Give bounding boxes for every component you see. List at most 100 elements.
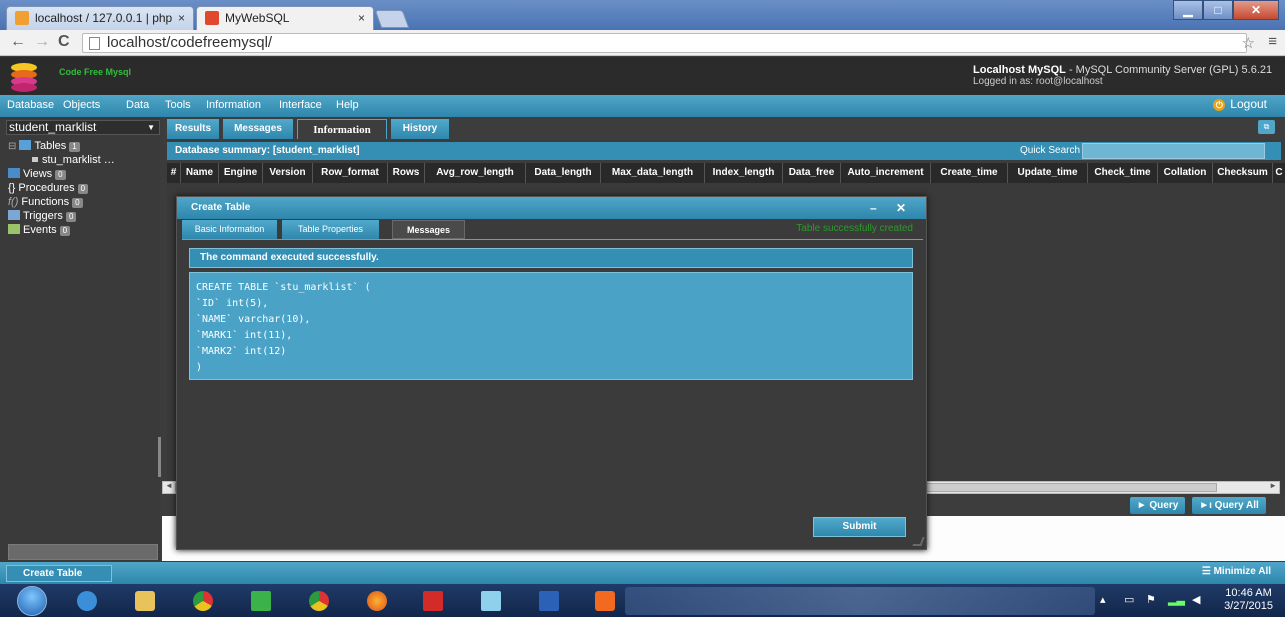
file-explorer-icon[interactable] [130,588,160,614]
procedures-icon: {} [8,182,16,194]
word-icon[interactable] [534,588,564,614]
minimize-window-button[interactable]: ▁ [1173,0,1203,20]
column-header[interactable]: Collation [1158,163,1213,183]
forward-button[interactable]: → [34,33,50,51]
bookmark-star-icon[interactable]: ☆ [1242,34,1255,52]
tab-basic-information[interactable]: Basic Information [182,220,277,239]
close-tab-icon[interactable]: × [358,7,365,29]
tree-item-triggers[interactable]: Triggers 0 [8,209,115,223]
tree-item-functions[interactable]: f() Functions 0 [8,195,115,209]
network-tray-icon[interactable]: ▭ [1124,593,1134,606]
menu-database[interactable]: Database [7,99,54,111]
column-header[interactable]: Avg_row_length [425,163,526,183]
menu-help[interactable]: Help [336,99,359,111]
acrobat-icon[interactable] [418,588,448,614]
sql-line: `ID` int(5), [196,298,269,309]
folder-app-icon[interactable] [476,588,506,614]
column-header[interactable]: Update_time [1008,163,1088,183]
column-header[interactable]: Index_length [705,163,783,183]
column-header[interactable]: Data_length [526,163,601,183]
tree-item-stu-marklist[interactable]: stu_marklist … [8,153,115,167]
tab-results[interactable]: Results [167,119,219,139]
logout-label: Logout [1230,97,1267,111]
column-header[interactable]: Name [181,163,219,183]
tree-item-tables[interactable]: ⊟ Tables 1 [8,139,115,153]
xampp-icon[interactable] [590,588,620,614]
menu-objects[interactable]: Objects [63,99,100,111]
volume-tray-icon[interactable]: ◀ [1192,593,1200,606]
dialog-titlebar[interactable]: Create Table – ✕ [177,197,926,219]
windows-taskbar: ▴ ▭ ⚑ ▂▃ ◀ 10:46 AM 3/27/2015 [0,584,1285,617]
restore-icon[interactable]: ⧉ [1258,120,1275,134]
signal-tray-icon[interactable]: ▂▃ [1168,593,1185,606]
system-clock[interactable]: 10:46 AM 3/27/2015 [1224,587,1273,613]
column-header[interactable]: Rows [388,163,425,183]
close-tab-icon[interactable]: × [178,7,185,29]
browser-tab-mywebsql[interactable]: MyWebSQL × [196,6,374,30]
scroll-left-icon[interactable]: ◄ [165,481,173,490]
tree-item-views[interactable]: Views 0 [8,167,115,181]
column-header[interactable]: Version [263,163,313,183]
query-button[interactable]: ► Query [1130,497,1185,514]
database-summary-header: Database summary: [student_marklist] Qui… [167,142,1281,160]
tab-messages[interactable]: Messages [392,220,465,239]
column-header[interactable]: Data_free [783,163,841,183]
menu-tools[interactable]: Tools [165,99,191,111]
scroll-right-icon[interactable]: ► [1269,481,1277,490]
minimize-all-button[interactable]: ☰ Minimize All [1202,566,1271,577]
flag-tray-icon[interactable]: ⚑ [1146,593,1156,606]
column-header[interactable]: Check_time [1088,163,1158,183]
sidebar: student_marklist ▼ ⊟ Tables 1 stu_marklis… [0,117,161,562]
browser-tab-phpmyadmin[interactable]: localhost / 127.0.0.1 | php × [6,6,194,30]
logged-in-text: Logged in as: root@localhost [973,76,1103,87]
reload-button[interactable]: C [58,33,70,51]
menu-interface[interactable]: Interface [279,99,322,111]
new-tab-button[interactable] [374,10,410,28]
start-button[interactable] [17,586,47,616]
column-header[interactable]: C [1273,163,1285,183]
tree-label: Procedures [18,182,75,194]
submit-button[interactable]: Submit [813,517,906,537]
column-header[interactable]: Create_time [931,163,1008,183]
menu-data[interactable]: Data [126,99,149,111]
column-header[interactable]: Max_data_length [601,163,705,183]
column-header[interactable]: Engine [219,163,263,183]
dialog-controls[interactable]: – ✕ [870,197,914,219]
tree-item-events[interactable]: Events 0 [8,223,115,237]
tree-label: stu_marklist [42,154,101,166]
tray-expand-icon[interactable]: ▴ [1100,593,1106,606]
tab-table-properties[interactable]: Table Properties [282,220,379,239]
resize-grip-icon[interactable] [912,537,925,546]
chrome-icon[interactable] [188,588,218,614]
column-header[interactable]: # [167,163,181,183]
sidebar-filter-input[interactable] [8,544,158,560]
menu-information[interactable]: Information [206,99,261,111]
logout-button[interactable]: ⏻ Logout [1213,97,1267,111]
green-arrow-app-icon[interactable] [246,588,276,614]
create-table-taskbutton[interactable]: Create Table [6,565,112,582]
back-button[interactable]: ← [10,33,26,51]
count-badge: 0 [59,226,71,236]
chrome-active-icon[interactable] [304,588,334,614]
database-select[interactable]: student_marklist ▼ [6,120,160,135]
tab-messages[interactable]: Messages [223,119,293,139]
browser-menu-icon[interactable]: ≡ [1268,33,1277,50]
app-header: Code Free Mysql Localhost MySQL - MySQL … [0,57,1285,95]
ie-icon[interactable] [72,588,102,614]
column-header[interactable]: Checksum [1213,163,1273,183]
maximize-window-button[interactable]: □ [1203,0,1233,20]
count-badge: 0 [77,184,89,194]
views-icon [8,168,20,178]
tree-item-procedures[interactable]: {} Procedures 0 [8,181,115,195]
sidebar-resize-handle[interactable] [158,437,161,477]
column-header[interactable]: Auto_increment [841,163,931,183]
tab-information[interactable]: Information [297,119,387,139]
firefox-icon[interactable] [362,588,392,614]
url-input[interactable]: localhost/codefreemysql/ [82,33,1247,53]
close-window-button[interactable]: ✕ [1233,0,1279,20]
column-header[interactable]: Row_format [313,163,388,183]
quick-search-input[interactable] [1082,143,1265,159]
collapse-icon[interactable]: ⊟ [8,141,16,152]
query-all-button[interactable]: ►ı Query All [1192,497,1266,514]
tab-history[interactable]: History [391,119,449,139]
